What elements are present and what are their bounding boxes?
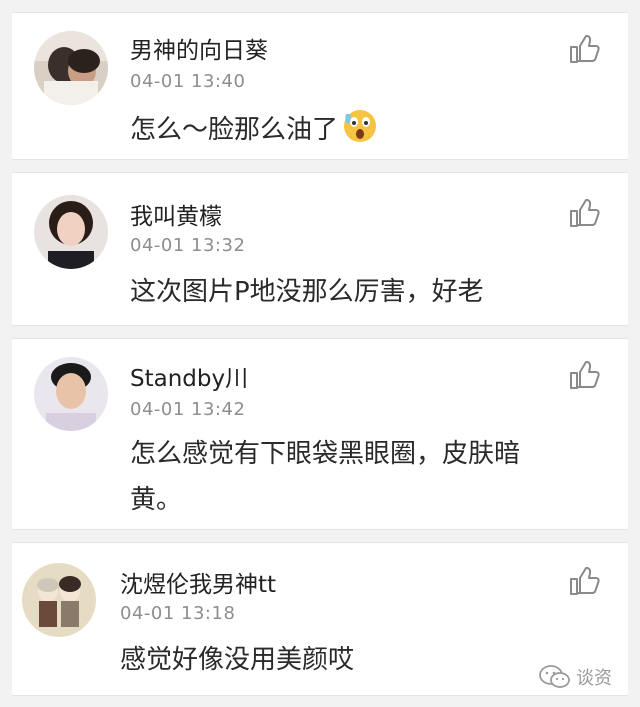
thumbs-up-icon[interactable]	[568, 565, 602, 597]
thumbs-up-icon[interactable]	[568, 359, 602, 391]
thumbs-up-icon[interactable]	[568, 197, 602, 229]
comment-card: 我叫黄檬 04-01 13:32 这次图片P地没那么厉害，好老	[12, 172, 628, 326]
timestamp: 04-01 13:18	[120, 603, 236, 624]
timestamp: 04-01 13:32	[130, 235, 246, 256]
wechat-icon	[539, 665, 570, 688]
username[interactable]: 沈煜伦我男神tt	[120, 565, 276, 599]
comment-text: 怎么～脸那么油了	[130, 107, 570, 153]
shocked-face-emoji-icon	[344, 110, 377, 142]
watermark: 谈资	[538, 664, 612, 690]
timestamp: 04-01 13:40	[130, 71, 246, 92]
comment-text: 感觉好像没用美颜哎	[120, 645, 355, 675]
avatar[interactable]	[34, 31, 108, 105]
timestamp: 04-01 13:42	[130, 399, 246, 420]
avatar[interactable]	[22, 563, 96, 637]
watermark-text: 谈资	[576, 668, 612, 689]
comment-text: 这次图片P地没那么厉害，好老	[130, 277, 484, 307]
username[interactable]: Standby川	[130, 359, 248, 393]
comment-text: 怎么感觉有下眼袋黑眼圈，皮肤暗黄。	[130, 439, 521, 515]
comment-card: Standby川 04-01 13:42 怎么感觉有下眼袋黑眼圈，皮肤暗黄。	[12, 338, 628, 530]
comment-card: 男神的向日葵 04-01 13:40 怎么～脸那么油了	[12, 12, 628, 160]
thumbs-up-icon[interactable]	[568, 33, 602, 65]
comment-body: 怎么～脸那么油了	[130, 115, 339, 145]
username[interactable]: 男神的向日葵	[130, 31, 268, 65]
avatar[interactable]	[34, 195, 108, 269]
avatar[interactable]	[34, 357, 108, 431]
comment-card: 沈煜伦我男神tt 04-01 13:18 感觉好像没用美颜哎	[12, 542, 628, 696]
username[interactable]: 我叫黄檬	[130, 197, 222, 231]
